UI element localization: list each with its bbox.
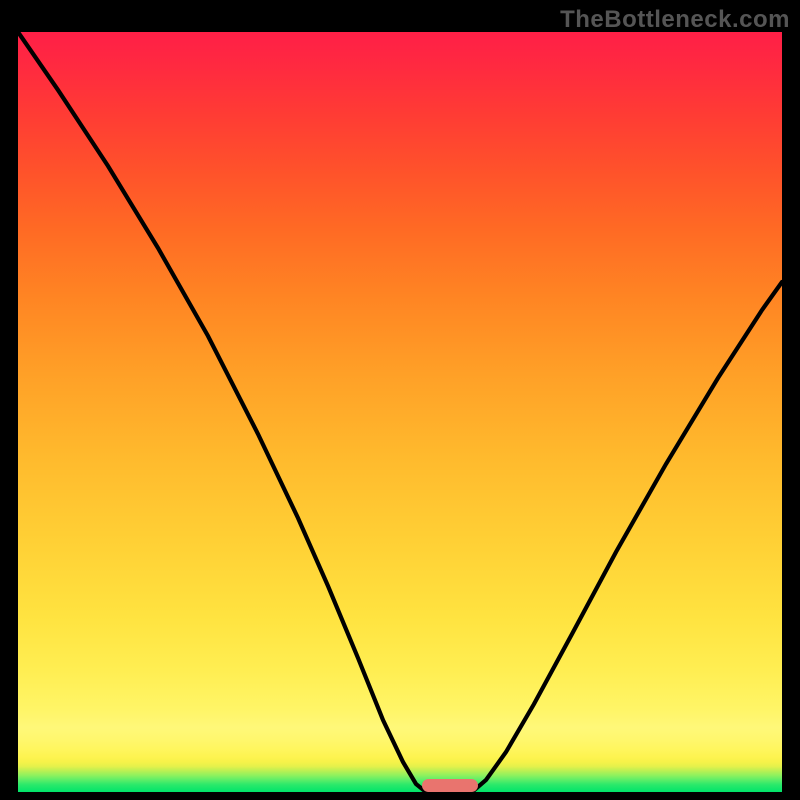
- chart-frame: TheBottleneck.com: [0, 0, 800, 800]
- bottleneck-curve: [18, 32, 782, 792]
- watermark-text: TheBottleneck.com: [560, 6, 790, 34]
- curve-left: [18, 32, 426, 792]
- plot-area: [18, 32, 782, 792]
- curve-right: [472, 282, 782, 792]
- optimum-marker: [422, 779, 478, 792]
